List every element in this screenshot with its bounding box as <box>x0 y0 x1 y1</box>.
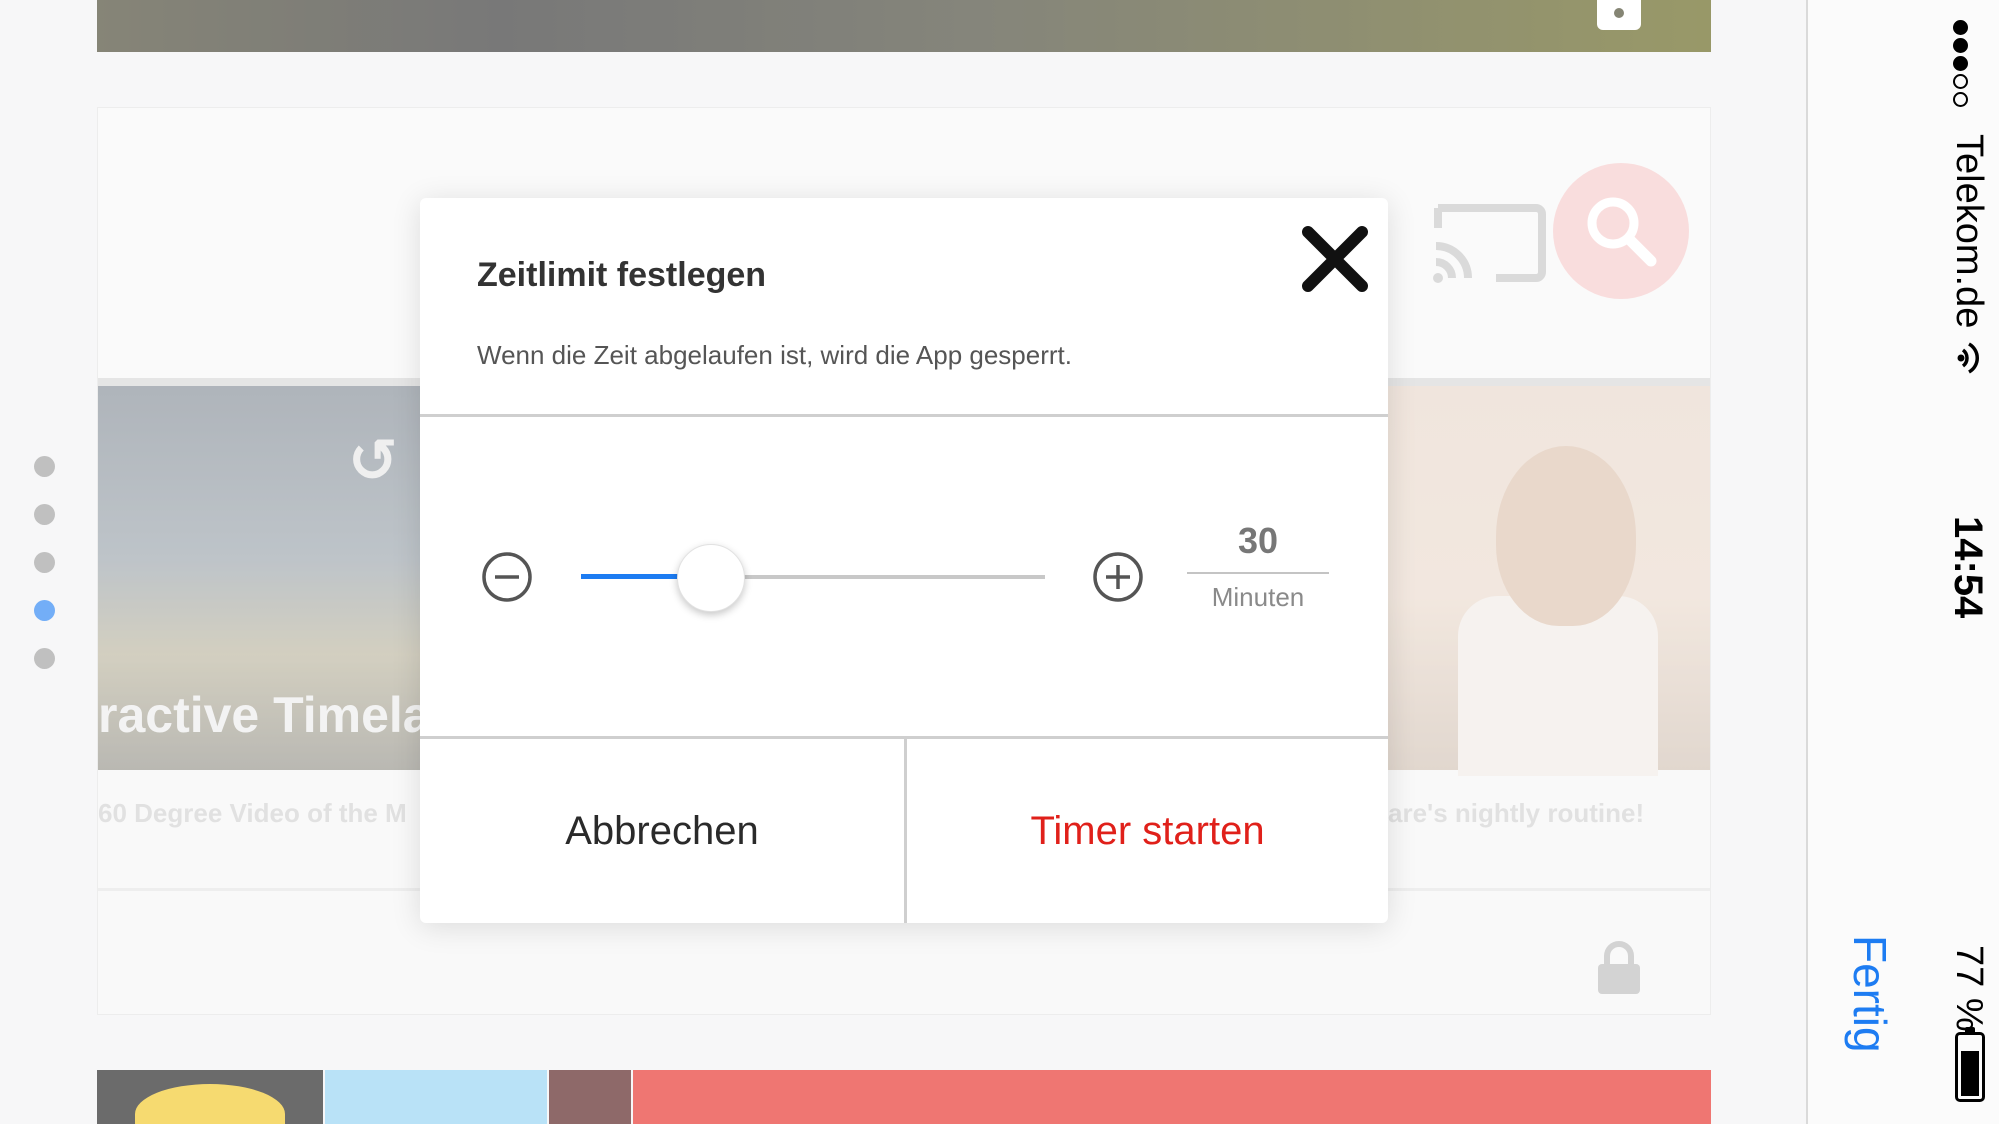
minus-circle-icon[interactable] <box>481 551 533 603</box>
signal-dot <box>1953 20 1968 35</box>
slider-value: 30 <box>1187 520 1329 574</box>
battery-level <box>1961 1051 1979 1096</box>
close-icon[interactable] <box>1298 222 1372 296</box>
clock: 14:54 <box>1946 516 1990 619</box>
battery-percentage: 77 % <box>1948 945 1990 1032</box>
slider-thumb[interactable] <box>676 544 745 612</box>
signal-dot <box>1953 74 1968 89</box>
dialog-title: Zeitlimit festlegen <box>477 256 767 294</box>
app-screen: ↺ ractive Timela 60 Degree Video of the … <box>0 0 1999 1124</box>
carrier-name: Telekom.de <box>1948 134 1990 329</box>
signal-strength <box>1953 20 1981 110</box>
done-button[interactable]: Fertig <box>1843 935 1897 1053</box>
cancel-button[interactable]: Abbrechen <box>420 739 904 923</box>
wifi-icon <box>1957 342 1979 374</box>
signal-dot <box>1953 92 1968 107</box>
start-timer-button[interactable]: Timer starten <box>907 739 1388 923</box>
slider-value-display: 30 Minuten <box>1187 520 1329 613</box>
battery-icon <box>1955 1027 1985 1102</box>
plus-circle-icon[interactable] <box>1092 551 1144 603</box>
signal-dot <box>1953 56 1968 71</box>
divider <box>420 414 1388 417</box>
time-slider[interactable] <box>581 544 1045 612</box>
signal-dot <box>1953 38 1968 53</box>
time-limit-dialog: Zeitlimit festlegen Wenn die Zeit abgela… <box>420 198 1388 923</box>
dialog-description: Wenn die Zeit abgelaufen ist, wird die A… <box>477 340 1072 370</box>
slider-unit: Minuten <box>1211 582 1305 612</box>
